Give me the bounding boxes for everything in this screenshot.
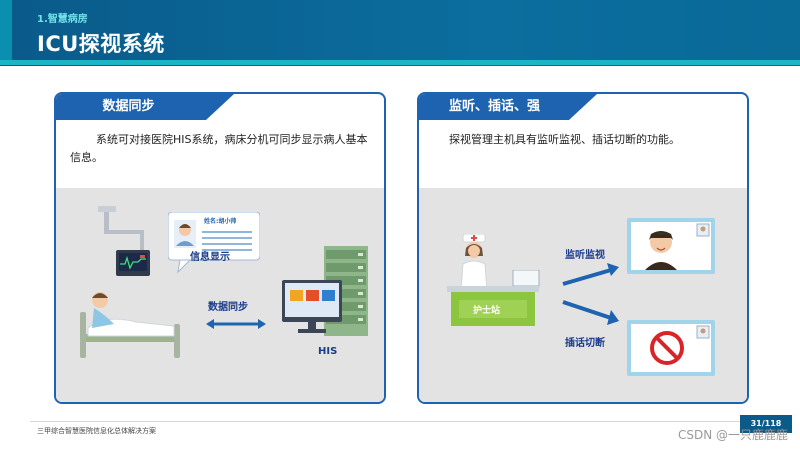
- his-label: HIS: [318, 346, 338, 357]
- monitor-illustration: 护士站 监听监视 插话切断: [419, 188, 747, 402]
- header-stripe: [0, 60, 800, 65]
- visitor-video-screen: [627, 218, 715, 274]
- page-title: ICU探视系统: [37, 32, 165, 56]
- card-patient-name: 姓名:胡小帅: [204, 218, 237, 225]
- monitor-panel: 监听、插话、强切 探视管理主机具有监听监视、插话切断的功能。 护士站 监听监视: [417, 92, 749, 404]
- cutoff-label: 插话切断: [565, 338, 605, 349]
- monitor-label: 监听监视: [565, 250, 605, 261]
- footer-doc-title: 三甲综合智慧医院信息化总体解决方案: [37, 427, 156, 435]
- patient-monitor-icon: [116, 250, 150, 276]
- arrow-up-right-icon: [562, 263, 619, 286]
- section-subtitle: 1.智慧病房: [37, 14, 88, 25]
- header-left-accent: [0, 0, 12, 60]
- nurse-station-desk: [447, 270, 540, 326]
- arrow-down-right-icon: [562, 300, 619, 325]
- station-label: 护士站: [473, 306, 501, 316]
- card-info-label: 信息显示: [190, 252, 230, 263]
- footer-divider: [30, 421, 770, 422]
- data-sync-panel: 数据同步 系统可对接医院HIS系统，病床分机可同步显示病人基本信息。 姓名:胡小…: [54, 92, 386, 404]
- double-arrow-icon: [206, 319, 266, 329]
- computer-monitor-icon: [282, 280, 342, 333]
- blocked-video-screen: [627, 320, 715, 376]
- watermark: CSDN @一只鹿鹿鹿: [677, 428, 788, 442]
- header-bar: 1.智慧病房 ICU探视系统: [0, 0, 800, 66]
- patient-bed-icon: [80, 292, 180, 358]
- panel-description: 系统可对接医院HIS系统，病床分机可同步显示病人基本信息。: [70, 133, 368, 164]
- panel-tab-label: 数据同步: [102, 99, 155, 114]
- data-sync-illustration: 姓名:胡小帅 信息显示 数据同步 HIS: [56, 188, 384, 402]
- panel-description: 探视管理主机具有监听监视、插话切断的功能。: [449, 133, 680, 146]
- panel-tab-data-sync: 数据同步: [56, 94, 234, 120]
- sync-label: 数据同步: [208, 302, 248, 313]
- panel-tab-monitor: 监听、插话、强切: [419, 94, 597, 140]
- panel-tab-label: 监听、插话、强切: [449, 99, 541, 140]
- ceiling-mount-icon: [98, 206, 144, 252]
